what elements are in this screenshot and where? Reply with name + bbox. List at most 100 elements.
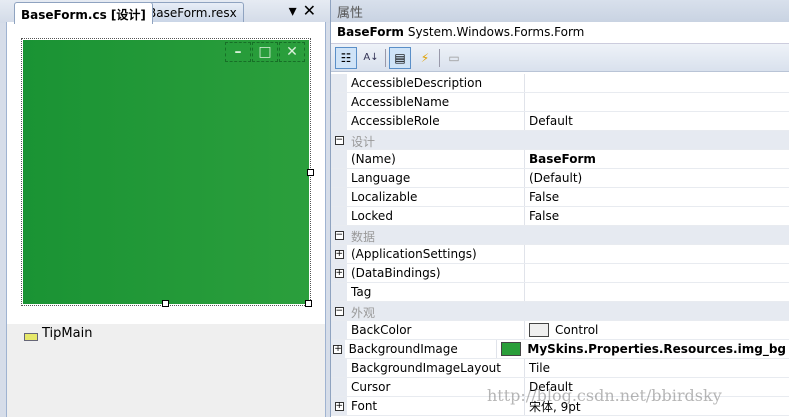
gutter: + <box>331 264 347 282</box>
property-value-text: Default <box>529 380 573 394</box>
property-name: (DataBindings) <box>347 264 525 282</box>
category-label: 设计 <box>351 135 376 149</box>
property-name: BackColor <box>347 321 525 339</box>
property-value[interactable] <box>525 245 789 263</box>
properties-pane: 属性 BaseForm System.Windows.Forms.Form ☷ A… <box>330 0 789 417</box>
close-icon[interactable]: ✕ <box>303 1 322 20</box>
property-value[interactable] <box>525 283 789 301</box>
property-row[interactable]: BackColor Control <box>331 321 789 340</box>
gutter <box>331 93 347 111</box>
property-value[interactable]: False <box>525 207 789 225</box>
property-name: BackgroundImageLayout <box>347 359 525 377</box>
property-pages-icon[interactable]: ▭ <box>443 47 465 69</box>
property-value[interactable]: Default <box>525 112 789 130</box>
property-name: Tag <box>347 283 525 301</box>
resize-handle-right[interactable] <box>307 169 314 176</box>
object-selector[interactable]: BaseForm System.Windows.Forms.Form <box>331 22 789 44</box>
property-name: Locked <box>347 207 525 225</box>
tooltip-component-icon <box>24 332 38 341</box>
tab-baseform-resx[interactable]: BaseForm.resx <box>141 2 244 23</box>
categorized-icon[interactable]: ☷ <box>335 46 357 69</box>
gutter: − <box>331 131 347 149</box>
property-value[interactable]: Tile <box>525 359 789 377</box>
property-value-text: Control <box>555 323 599 337</box>
alphabetical-sort-icon[interactable]: A↓ <box>360 47 382 69</box>
base-form[interactable]: – □ ✕ <box>21 38 311 306</box>
property-value[interactable]: MySkins.Properties.Resources.img_bg <box>497 340 789 358</box>
maximize-icon[interactable]: □ <box>252 42 278 62</box>
property-value[interactable]: Control <box>525 321 789 339</box>
gutter: + <box>331 397 347 415</box>
property-row[interactable]: (Name) BaseForm <box>331 150 789 169</box>
gutter: + <box>331 245 347 263</box>
property-row[interactable]: Localizable False <box>331 188 789 207</box>
property-row[interactable]: + (ApplicationSettings) <box>331 245 789 264</box>
property-row[interactable]: + (DataBindings) <box>331 264 789 283</box>
color-swatch <box>501 342 522 356</box>
property-row[interactable]: Cursor Default <box>331 378 789 397</box>
collapse-icon[interactable]: − <box>334 306 344 316</box>
property-row[interactable]: AccessibleName <box>331 93 789 112</box>
property-name: Cursor <box>347 378 525 396</box>
dropdown-icon[interactable]: ▾ <box>289 1 303 20</box>
property-value[interactable]: (Default) <box>525 169 789 187</box>
property-row[interactable]: Tag <box>331 283 789 302</box>
expand-icon[interactable]: + <box>334 401 344 411</box>
category-label: 数据 <box>351 230 376 244</box>
property-name: (ApplicationSettings) <box>347 245 525 263</box>
gutter <box>331 112 347 130</box>
design-surface: – □ ✕ <box>6 22 326 417</box>
gutter <box>331 74 347 92</box>
tray-item-label: TipMain <box>42 326 93 341</box>
tab-baseform-design[interactable]: BaseForm.cs [设计] <box>14 2 153 24</box>
property-value[interactable]: False <box>525 188 789 206</box>
property-row[interactable]: BackgroundImageLayout Tile <box>331 359 789 378</box>
resize-handle-bottom[interactable] <box>162 300 169 307</box>
events-lightning-icon[interactable]: ⚡ <box>414 47 436 69</box>
property-name: AccessibleRole <box>347 112 525 130</box>
property-value-text: 宋体, 9pt <box>529 399 581 414</box>
property-value-text: False <box>529 190 560 204</box>
gutter <box>331 359 347 377</box>
property-row[interactable]: Language (Default) <box>331 169 789 188</box>
property-category[interactable]: − 设计 <box>331 131 789 150</box>
collapse-icon[interactable]: − <box>334 135 344 145</box>
property-name: Language <box>347 169 525 187</box>
color-swatch <box>529 323 549 337</box>
minimize-icon[interactable]: – <box>225 42 251 62</box>
property-row[interactable]: AccessibleRole Default <box>331 112 789 131</box>
gutter <box>331 207 347 225</box>
property-value-text: MySkins.Properties.Resources.img_bg <box>527 342 786 356</box>
property-name: AccessibleName <box>347 93 525 111</box>
properties-icon[interactable]: ▤ <box>389 46 411 69</box>
property-value-text: False <box>529 209 560 223</box>
gutter <box>331 188 347 206</box>
expand-icon[interactable]: + <box>333 344 343 354</box>
property-category[interactable]: − 外观 <box>331 302 789 321</box>
property-row[interactable]: Locked False <box>331 207 789 226</box>
gutter <box>331 321 347 339</box>
property-name: BackgroundImage <box>345 340 498 358</box>
property-category[interactable]: − 数据 <box>331 226 789 245</box>
property-value[interactable]: BaseForm <box>525 150 789 168</box>
property-row[interactable]: + Font 宋体, 9pt <box>331 397 789 416</box>
property-row[interactable]: AccessibleDescription <box>331 74 789 93</box>
resize-handle-corner[interactable] <box>305 300 312 307</box>
property-value[interactable]: Default <box>525 378 789 396</box>
property-row[interactable]: + BackgroundImage MySkins.Properties.Resou… <box>331 340 789 359</box>
properties-toolbar: ☷ A↓ ▤ ⚡ ▭ <box>331 44 789 72</box>
close-icon[interactable]: ✕ <box>279 42 305 62</box>
property-name: (Name) <box>347 150 525 168</box>
designer-pane: BaseForm.cs [设计] BaseForm.resx ▾✕ – □ ✕ … <box>0 0 330 417</box>
tray-item-tipmain[interactable]: TipMain <box>24 326 92 341</box>
collapse-icon[interactable]: − <box>334 230 344 240</box>
expand-icon[interactable]: + <box>334 249 344 259</box>
gutter: + <box>331 340 345 358</box>
properties-title: 属性 <box>331 0 789 22</box>
property-value[interactable] <box>525 74 789 92</box>
property-value[interactable] <box>525 264 789 282</box>
property-value[interactable] <box>525 93 789 111</box>
expand-icon[interactable]: + <box>334 268 344 278</box>
property-value[interactable]: 宋体, 9pt <box>525 397 789 415</box>
property-value-text: BaseForm <box>529 152 596 166</box>
